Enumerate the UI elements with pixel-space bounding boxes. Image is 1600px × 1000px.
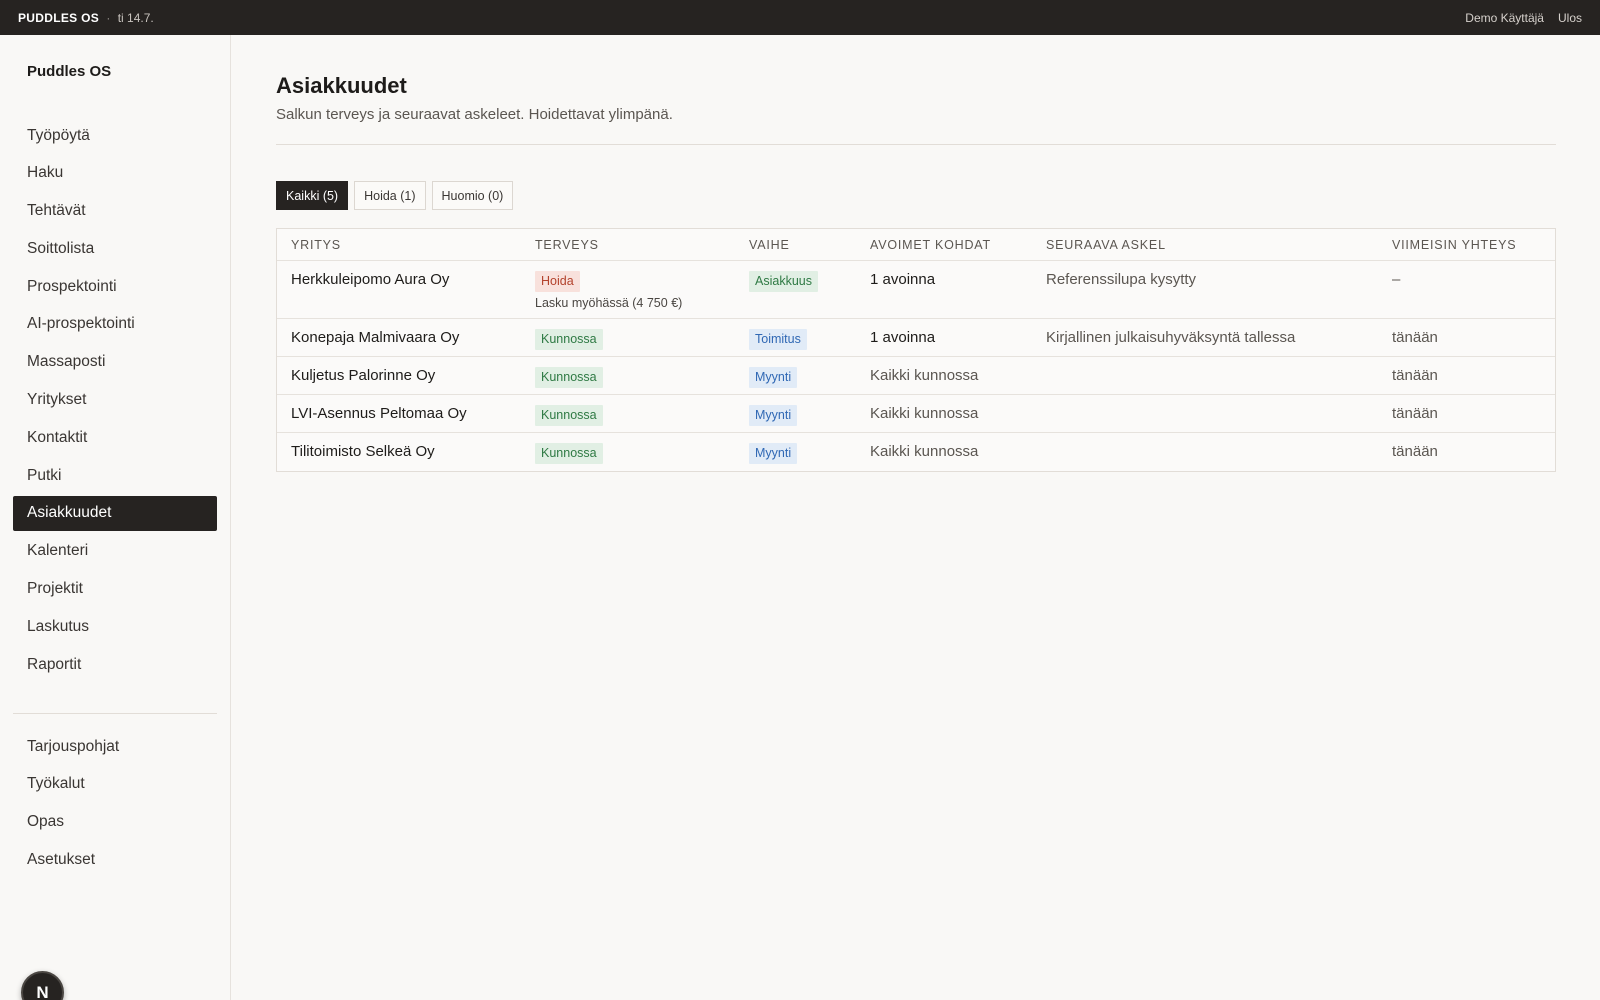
health-cell: Kunnossa: [535, 433, 603, 471]
page-title: Asiakkuudet: [276, 73, 407, 98]
filter-hoida[interactable]: Hoida (1): [354, 181, 426, 210]
health-badge: Kunnossa: [535, 367, 603, 388]
filter-huomio[interactable]: Huomio (0): [431, 181, 514, 210]
header-next-step[interactable]: SEURAAVA ASKEL: [1046, 229, 1166, 260]
open-items: Kaikki kunnossa: [870, 367, 979, 384]
current-date: ti 14.7.: [117, 10, 154, 25]
last-contact: tänään: [1392, 405, 1438, 422]
top-bar-left: PUDDLES OS · ti 14.7.: [18, 11, 154, 25]
sidebar-item-haku[interactable]: Haku: [13, 156, 217, 191]
stage-badge: Asiakkuus: [749, 271, 818, 292]
stage-cell: Myynti: [749, 357, 798, 394]
sidebar-item-tyokalut[interactable]: Työkalut: [13, 767, 217, 802]
sidebar-nav: Työpöytä Haku Tehtävät Soittolista Prosp…: [13, 118, 217, 685]
sidebar-item-kontaktit[interactable]: Kontaktit: [13, 420, 217, 455]
top-bar: PUDDLES OS · ti 14.7. Demo Käyttäjä Ulos: [0, 0, 1600, 35]
stage-badge: Myynti: [749, 443, 798, 464]
top-bar-right: Demo Käyttäjä Ulos: [1465, 11, 1582, 25]
open-items: Kaikki kunnossa: [870, 405, 979, 422]
page-subtitle: Salkun terveys ja seuraavat askeleet. Ho…: [276, 106, 673, 123]
logout-link[interactable]: Ulos: [1558, 11, 1582, 25]
header-health[interactable]: TERVEYS: [535, 229, 599, 260]
header-stage[interactable]: VAIHE: [749, 229, 790, 260]
health-cell: Kunnossa: [535, 357, 603, 394]
stage-badge: Myynti: [749, 367, 798, 388]
sidebar-item-yritykset[interactable]: Yritykset: [13, 383, 217, 418]
company-name[interactable]: Kuljetus Palorinne Oy: [291, 357, 435, 394]
health-badge: Kunnossa: [535, 405, 603, 426]
sidebar-divider: [13, 713, 217, 714]
sidebar-item-projektit[interactable]: Projektit: [13, 572, 217, 607]
sidebar-item-soittolista[interactable]: Soittolista: [13, 231, 217, 266]
header-last-contact[interactable]: VIIMEISIN YHTEYS: [1392, 229, 1516, 260]
app-brand: PUDDLES OS: [18, 10, 100, 25]
sidebar-item-putki[interactable]: Putki: [13, 458, 217, 493]
sidebar-item-massaposti[interactable]: Massaposti: [13, 345, 217, 380]
filter-all[interactable]: Kaikki (5): [276, 181, 349, 210]
next-step: Kirjallinen julkaisuhyväksyntä tallessa: [1046, 329, 1296, 346]
sidebar-item-prospektointi[interactable]: Prospektointi: [13, 269, 217, 304]
table-row[interactable]: Tilitoimisto Selkeä Oy Kunnossa Myynti K…: [277, 433, 1555, 471]
sidebar-item-ai-prospektointi[interactable]: AI-prospektointi: [13, 307, 217, 342]
last-contact: tänään: [1392, 367, 1438, 384]
open-items: 1 avoinna: [870, 329, 936, 346]
sidebar-item-opas[interactable]: Opas: [13, 805, 217, 840]
sidebar-logo[interactable]: Puddles OS: [27, 63, 111, 80]
table-row[interactable]: Kuljetus Palorinne Oy Kunnossa Myynti Ka…: [277, 357, 1555, 395]
health-badge: Hoida: [535, 271, 580, 292]
sidebar-item-tarjouspohjat[interactable]: Tarjouspohjat: [13, 729, 217, 764]
filter-tabs: Kaikki (5) Hoida (1) Huomio (0): [276, 181, 514, 210]
header-company[interactable]: YRITYS: [291, 229, 341, 260]
company-name[interactable]: Konepaja Malmivaara Oy: [291, 319, 459, 356]
last-contact: –: [1392, 271, 1401, 288]
table-row[interactable]: LVI-Asennus Peltomaa Oy Kunnossa Myynti …: [277, 395, 1555, 433]
health-cell: Kunnossa: [535, 395, 603, 432]
sidebar-secondary-nav: Tarjouspohjat Työkalut Opas Asetukset: [13, 729, 217, 880]
sidebar-item-kalenteri[interactable]: Kalenteri: [13, 534, 217, 569]
header-divider: [276, 144, 1556, 145]
floating-action-button[interactable]: N: [21, 971, 64, 1000]
company-name[interactable]: LVI-Asennus Peltomaa Oy: [291, 395, 467, 432]
sidebar-item-tyopoyta[interactable]: Työpöytä: [13, 118, 217, 153]
sidebar: Puddles OS Työpöytä Haku Tehtävät Soitto…: [0, 35, 231, 1000]
table-row[interactable]: Herkkuleipomo Aura Oy Hoida Lasku myöhäs…: [277, 261, 1555, 319]
health-badge: Kunnossa: [535, 443, 603, 464]
table-header-row: YRITYS TERVEYS VAIHE AVOIMET KOHDAT SEUR…: [277, 229, 1555, 261]
sidebar-item-raportit[interactable]: Raportit: [13, 647, 217, 682]
table-row[interactable]: Konepaja Malmivaara Oy Kunnossa Toimitus…: [277, 319, 1555, 357]
last-contact: tänään: [1392, 329, 1438, 346]
stage-cell: Toimitus: [749, 319, 807, 356]
health-cell: Kunnossa: [535, 319, 603, 356]
sidebar-item-asiakkuudet[interactable]: Asiakkuudet: [13, 495, 217, 531]
user-name[interactable]: Demo Käyttäjä: [1465, 11, 1544, 25]
sidebar-item-asetukset[interactable]: Asetukset: [13, 842, 217, 877]
header-open-items[interactable]: AVOIMET KOHDAT: [870, 229, 991, 260]
stage-cell: Myynti: [749, 433, 798, 471]
company-name[interactable]: Herkkuleipomo Aura Oy: [291, 261, 449, 318]
open-items: Kaikki kunnossa: [870, 443, 979, 460]
health-cell: Hoida Lasku myöhässä (4 750 €): [535, 261, 682, 318]
health-badge: Kunnossa: [535, 329, 603, 350]
company-name[interactable]: Tilitoimisto Selkeä Oy: [291, 433, 435, 471]
brand-separator: ·: [106, 10, 111, 25]
sidebar-item-tehtavat[interactable]: Tehtävät: [13, 194, 217, 229]
stage-badge: Myynti: [749, 405, 798, 426]
next-step: Referenssilupa kysytty: [1046, 271, 1197, 288]
stage-cell: Myynti: [749, 395, 798, 432]
last-contact: tänään: [1392, 443, 1438, 460]
stage-badge: Toimitus: [749, 329, 807, 350]
health-note: Lasku myöhässä (4 750 €): [535, 296, 683, 310]
customers-table: YRITYS TERVEYS VAIHE AVOIMET KOHDAT SEUR…: [276, 228, 1556, 472]
open-items: 1 avoinna: [870, 271, 936, 288]
stage-cell: Asiakkuus: [749, 261, 818, 318]
sidebar-item-laskutus[interactable]: Laskutus: [13, 609, 217, 644]
